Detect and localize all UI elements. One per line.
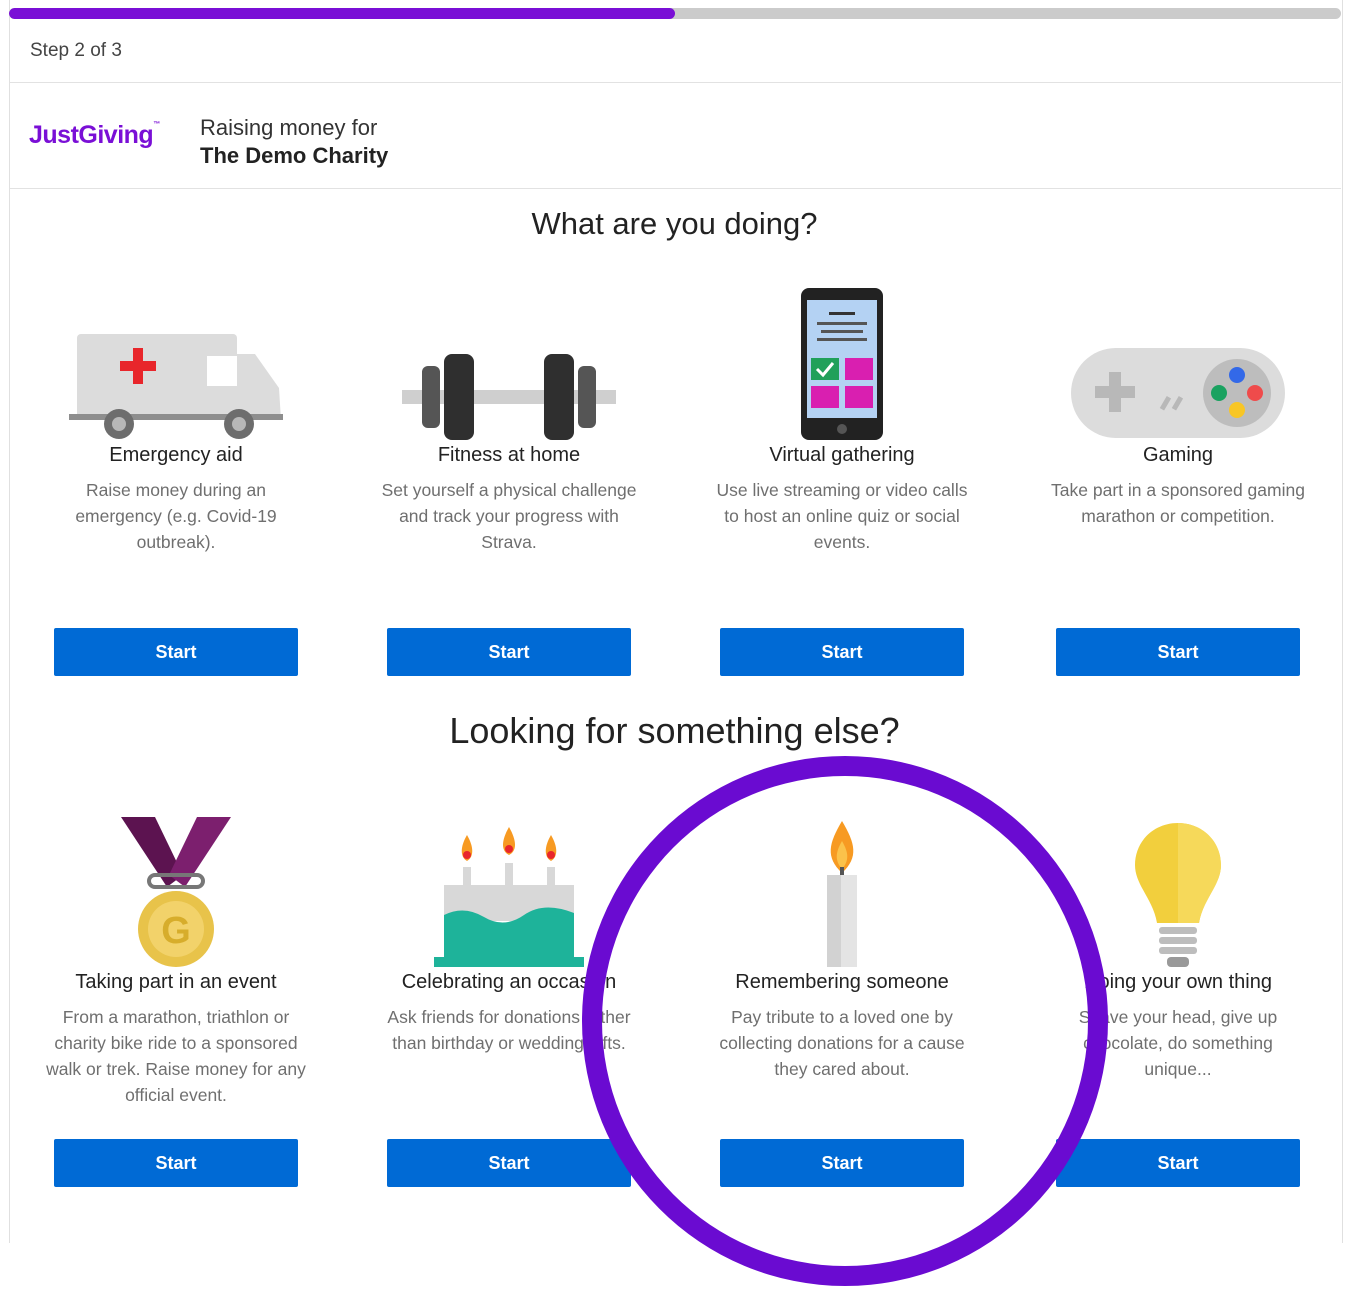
start-virtual-gathering-button[interactable]: Start	[720, 628, 964, 676]
charity-name: The Demo Charity	[200, 143, 389, 168]
card-title: Celebrating an occasion	[401, 971, 617, 993]
smartphone-icon	[712, 270, 972, 440]
card-title: Taking part in an event	[75, 971, 277, 993]
progress-bar	[9, 8, 1341, 19]
game-controller-icon	[1048, 270, 1308, 440]
progress-fill	[9, 8, 675, 19]
card-gaming: Gaming Take part in a sponsored gaming m…	[1048, 270, 1308, 529]
card-description: From a marathon, triathlon or charity bi…	[46, 1007, 306, 1105]
start-doing-your-own-thing-button[interactable]: Start	[1056, 1139, 1300, 1187]
card-title: Gaming	[1142, 444, 1214, 466]
card-title: Doing your own thing	[1084, 971, 1272, 993]
card-description: Use live streaming or video calls to hos…	[716, 480, 968, 552]
justgiving-logo: JustGiving™	[29, 121, 160, 149]
card-celebrating-an-occasion: Celebrating an occasion Ask friends for …	[379, 797, 639, 1056]
card-doing-your-own-thing: Doing your own thing Shave your head, gi…	[1048, 797, 1308, 1082]
lightbulb-icon	[1048, 797, 1308, 967]
section-title-something-else: Looking for something else?	[449, 710, 900, 751]
start-taking-part-in-an-event-button[interactable]: Start	[54, 1139, 298, 1187]
medal-icon: G	[46, 797, 306, 967]
card-title: Remembering someone	[735, 971, 949, 993]
section-title-doing: What are you doing?	[531, 206, 818, 241]
card-virtual-gathering: Virtual gathering Use live streaming or …	[712, 270, 972, 555]
card-title: Virtual gathering	[769, 444, 915, 466]
card-title: Emergency aid	[109, 444, 243, 466]
card-description: Take part in a sponsored gaming marathon…	[1051, 480, 1305, 526]
start-remembering-someone-button[interactable]: Start	[720, 1139, 964, 1187]
card-description: Ask friends for donations rather than bi…	[387, 1007, 631, 1053]
svg-text:G: G	[161, 910, 191, 952]
start-celebrating-an-occasion-button[interactable]: Start	[387, 1139, 631, 1187]
candle-icon	[712, 797, 972, 967]
start-emergency-aid-button[interactable]: Start	[54, 628, 298, 676]
card-description: Set yourself a physical challenge and tr…	[381, 480, 637, 552]
card-description: Pay tribute to a loved one by collecting…	[719, 1007, 965, 1079]
step-header: Step 2 of 3	[10, 20, 1341, 83]
card-title: Fitness at home	[437, 444, 581, 466]
birthday-cake-icon	[379, 797, 639, 967]
card-fitness-at-home: Fitness at home Set yourself a physical …	[379, 270, 639, 555]
brand-header: JustGiving™ Raising money for The Demo C…	[10, 83, 1341, 189]
card-emergency-aid: Emergency aid Raise money during an emer…	[46, 270, 306, 555]
card-description: Shave your head, give up chocolate, do s…	[1078, 1007, 1278, 1079]
raising-label: Raising money for	[200, 115, 378, 140]
step-indicator: Step 2 of 3	[30, 40, 122, 61]
start-gaming-button[interactable]: Start	[1056, 628, 1300, 676]
card-taking-part-in-an-event: G Taking part in an event From a maratho…	[46, 797, 306, 1108]
start-fitness-at-home-button[interactable]: Start	[387, 628, 631, 676]
card-description: Raise money during an emergency (e.g. Co…	[75, 480, 277, 552]
dumbbell-icon	[379, 270, 639, 440]
card-remembering-someone: Remembering someone Pay tribute to a lov…	[712, 797, 972, 1082]
ambulance-icon	[46, 270, 306, 440]
